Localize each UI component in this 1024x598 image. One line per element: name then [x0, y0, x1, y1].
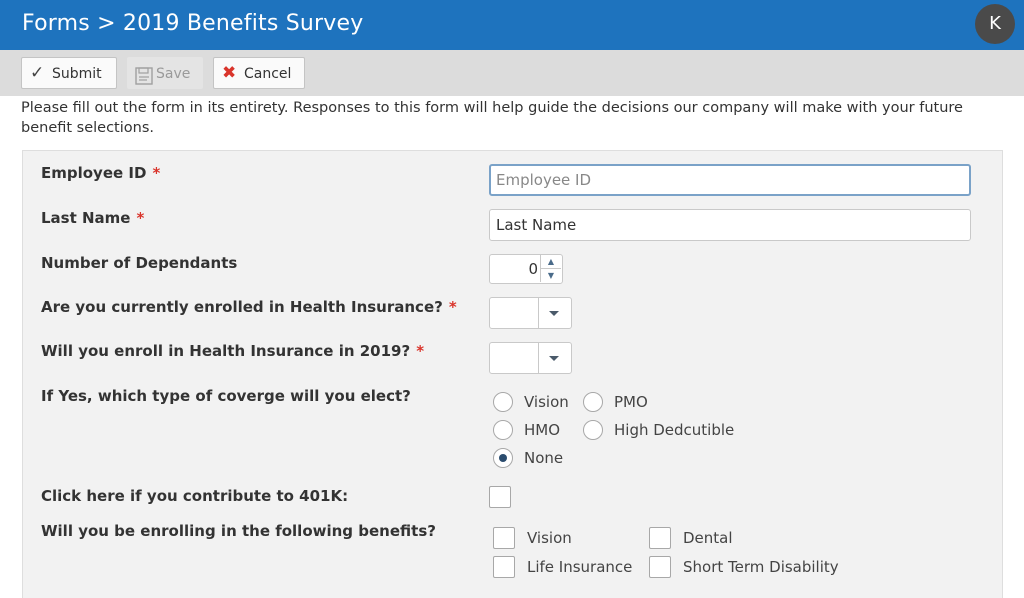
cancel-button[interactable]: ✖ Cancel [213, 57, 305, 89]
dependants-stepper[interactable]: 0 ▲ ▼ [489, 254, 563, 284]
employee-id-label-text: Employee ID [41, 164, 147, 182]
close-icon: ✖ [222, 63, 237, 83]
contrib-401k-checkbox[interactable] [489, 486, 511, 508]
dropdown-separator [538, 298, 539, 328]
enroll-2019-label-text: Will you enroll in Health Insurance in 2… [41, 342, 411, 360]
contrib-401k-label: Click here if you contribute to 401K: [41, 487, 349, 505]
radio-vision-label[interactable]: Vision [524, 392, 569, 412]
checkbox-short-term-disability-label[interactable]: Short Term Disability [683, 557, 839, 577]
dependants-label: Number of Dependants [41, 254, 238, 272]
checkbox-vision-label[interactable]: Vision [527, 528, 572, 548]
currently-enrolled-select[interactable] [489, 297, 572, 329]
currently-enrolled-label: Are you currently enrolled in Health Ins… [41, 297, 457, 317]
radio-high-deductible[interactable] [583, 420, 603, 440]
radio-high-deductible-label[interactable]: High Dedcutible [614, 420, 734, 440]
radio-none[interactable] [493, 448, 513, 468]
required-marker: * [152, 164, 161, 182]
last-name-input[interactable] [489, 209, 971, 241]
submit-label: Submit [52, 66, 102, 82]
required-marker: * [416, 342, 425, 360]
dropdown-separator [538, 343, 539, 373]
radio-vision[interactable] [493, 392, 513, 412]
last-name-label-text: Last Name [41, 209, 131, 227]
save-label: Save [156, 66, 191, 82]
stepper-up-icon[interactable]: ▲ [540, 255, 561, 269]
toolbar: ✓ Submit Save ✖ Cancel [0, 50, 1024, 96]
required-marker: * [448, 298, 457, 316]
checkbox-life-insurance[interactable] [493, 556, 515, 578]
enroll-2019-select[interactable] [489, 342, 572, 374]
employee-id-input[interactable] [489, 164, 971, 196]
radio-hmo-label[interactable]: HMO [524, 420, 560, 440]
form-description: Please fill out the form in its entirety… [21, 100, 963, 136]
checkbox-dental[interactable] [649, 527, 671, 549]
enroll-2019-label: Will you enroll in Health Insurance in 2… [41, 341, 424, 361]
chevron-down-icon[interactable] [549, 356, 559, 361]
radio-pmo[interactable] [583, 392, 603, 412]
chevron-down-icon[interactable] [549, 311, 559, 316]
save-button[interactable]: Save [127, 57, 203, 89]
radio-none-label[interactable]: None [524, 448, 563, 468]
coverage-label: If Yes, which type of coverge will you e… [41, 387, 411, 405]
checkbox-dental-label[interactable]: Dental [683, 528, 733, 548]
stepper-down-icon[interactable]: ▼ [540, 269, 561, 282]
checkbox-life-insurance-label[interactable]: Life Insurance [527, 557, 632, 577]
radio-pmo-label[interactable]: PMO [614, 392, 648, 412]
benefits-label: Will you be enrolling in the following b… [41, 522, 436, 540]
required-marker: * [136, 209, 145, 227]
checkbox-short-term-disability[interactable] [649, 556, 671, 578]
avatar[interactable]: K [975, 4, 1015, 44]
checkmark-icon: ✓ [30, 63, 45, 83]
radio-hmo[interactable] [493, 420, 513, 440]
cancel-label: Cancel [244, 66, 292, 82]
dependants-value: 0 [528, 260, 538, 278]
app-header: Forms > 2019 Benefits Survey K [0, 0, 1024, 50]
employee-id-label: Employee ID * [41, 163, 160, 183]
save-icon [135, 65, 153, 95]
checkbox-vision[interactable] [493, 527, 515, 549]
breadcrumb: Forms > 2019 Benefits Survey [22, 11, 364, 36]
last-name-label: Last Name * [41, 208, 144, 228]
submit-button[interactable]: ✓ Submit [21, 57, 117, 89]
currently-enrolled-label-text: Are you currently enrolled in Health Ins… [41, 298, 443, 316]
